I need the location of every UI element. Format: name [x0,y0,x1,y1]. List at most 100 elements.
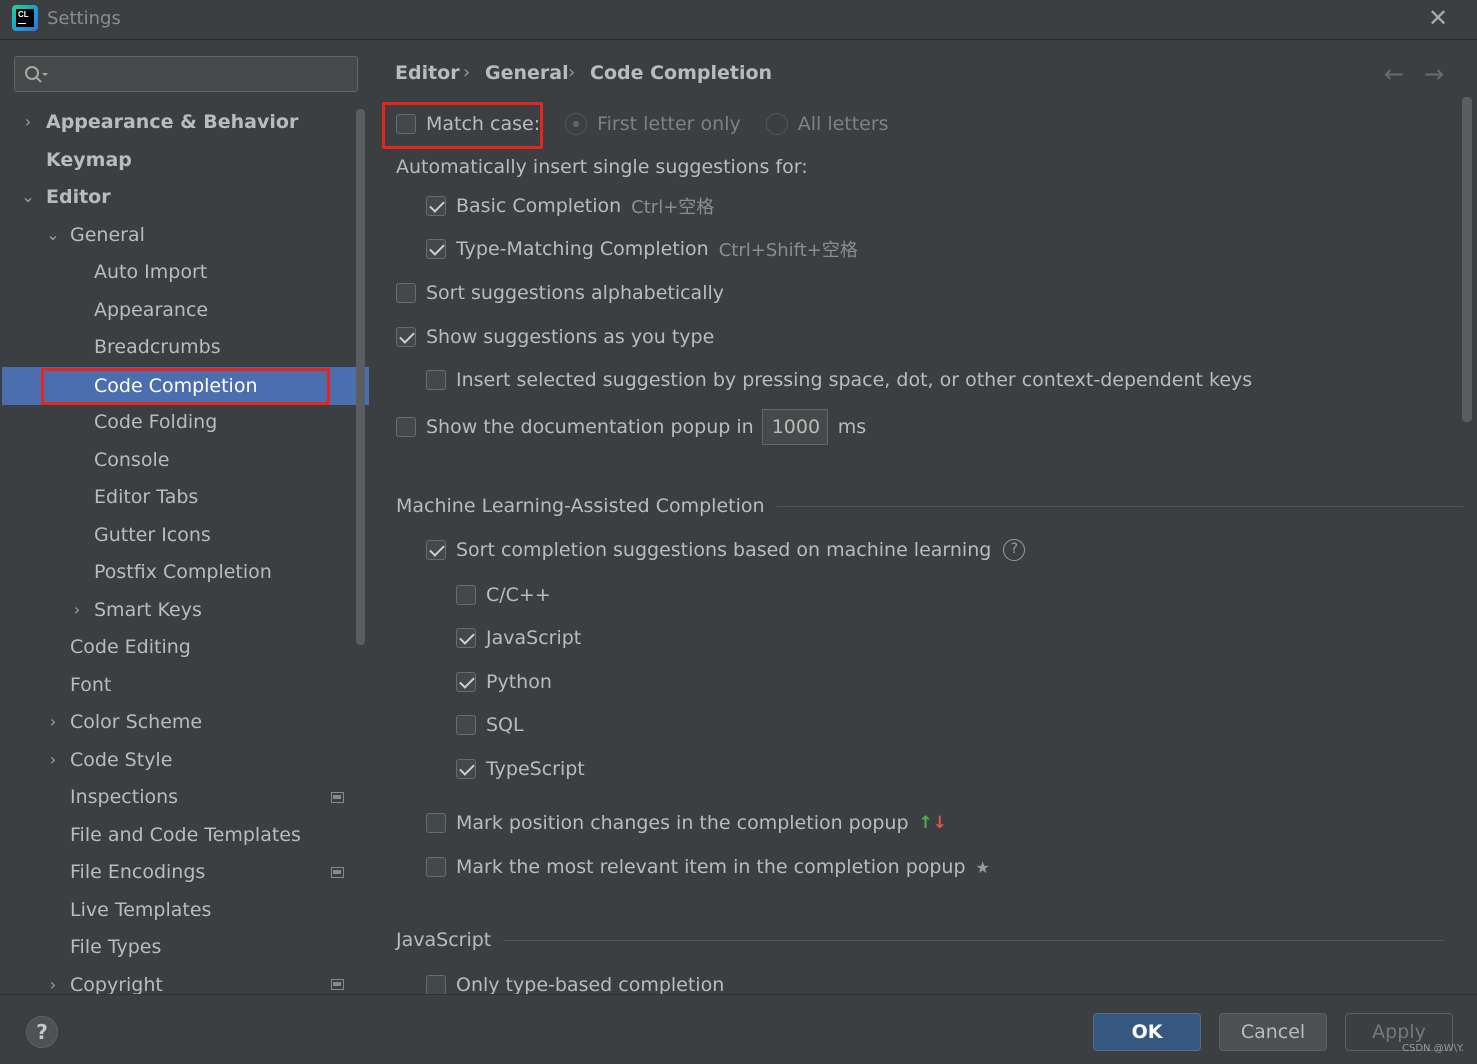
chevron-right-icon[interactable]: › [45,742,61,778]
doc-popup-checkbox[interactable] [396,417,416,437]
ml-js-label: JavaScript [486,627,582,649]
ml-sql-checkbox[interactable] [456,715,476,735]
match-case-checkbox[interactable] [396,114,416,134]
tree-item-live-templates[interactable]: Live Templates [70,892,211,928]
ml-python-label: Python [486,671,552,693]
tree-item-file-types[interactable]: File Types [70,929,161,965]
tree-item-general[interactable]: General [70,217,145,253]
back-arrow-icon[interactable]: ← [1384,60,1404,88]
breadcrumb-general[interactable]: General [485,62,569,84]
ok-button[interactable]: OK [1093,1013,1201,1051]
tree-item-postfix-completion[interactable]: Postfix Completion [94,554,272,590]
insert-selected-row: Insert selected suggestion by pressing s… [426,365,1252,395]
tree-item-copyright[interactable]: Copyright [70,967,163,994]
tree-item-inspections[interactable]: Inspections [70,779,178,815]
all-letters-radio[interactable] [765,113,788,135]
match-case-label: Match case: [426,113,541,135]
watermark: CSDN @W\Y. [1402,1043,1465,1054]
tree-item-auto-import[interactable]: Auto Import [94,254,207,290]
search-input[interactable] [14,56,358,92]
first-letter-radio[interactable] [565,113,588,135]
basic-completion-checkbox[interactable] [426,196,446,216]
help-icon[interactable]: ? [1003,539,1026,561]
position-change-arrows-icon: ↑↓ [918,813,948,833]
project-scope-icon [331,979,344,990]
show-as-type-checkbox[interactable] [396,327,416,347]
ml-python-checkbox[interactable] [456,672,476,692]
shortcut-label: Ctrl+空格 [631,197,715,218]
tree-item-appearance[interactable]: Appearance [94,292,208,328]
title-bar: CL Settings ✕ [0,0,1477,40]
ml-sort-checkbox[interactable] [426,540,446,560]
tree-item-gutter-icons[interactable]: Gutter Icons [94,517,211,553]
tree-item-editor[interactable]: Editor [46,179,111,215]
tree-item-color-scheme[interactable]: Color Scheme [70,704,202,740]
chevron-right-icon[interactable]: › [45,967,61,994]
ml-cpp-row: C/C++ [456,580,551,610]
project-scope-icon [331,867,344,878]
chevron-right-icon[interactable]: › [45,704,61,740]
settings-tree-panel: › Appearance & Behavior Keymap ⌄ Editor … [0,41,369,994]
breadcrumb-separator: › [568,62,576,83]
tree-item-font[interactable]: Font [70,667,111,703]
tree-item-file-encodings[interactable]: File Encodings [70,854,205,890]
tree-item-appearance-behavior[interactable]: Appearance & Behavior [46,104,298,140]
tree-item-console[interactable]: Console [94,442,169,478]
mark-position-row: Mark position changes in the completion … [426,808,947,838]
tree-scrollbar[interactable] [356,109,365,645]
sort-alpha-checkbox[interactable] [396,283,416,303]
only-type-based-checkbox[interactable] [426,975,446,994]
ml-sql-row: SQL [456,710,524,740]
clion-logo-icon: CL [12,5,38,31]
tree-item-code-editing[interactable]: Code Editing [70,629,191,665]
tree-item-smart-keys[interactable]: Smart Keys [94,592,202,628]
settings-content-panel: Editor › General › Code Completion ← → M… [369,41,1477,994]
sort-alpha-label: Sort suggestions alphabetically [426,282,725,304]
tree-item-code-completion[interactable]: Code Completion [2,367,369,405]
match-case-row: Match case: First letter only All letter… [396,109,889,139]
breadcrumb-editor[interactable]: Editor [395,62,460,84]
chevron-right-icon[interactable]: › [20,104,36,140]
tree-item-breadcrumbs[interactable]: Breadcrumbs [94,329,221,365]
content-scrollbar[interactable] [1462,97,1472,422]
forward-arrow-icon[interactable]: → [1424,60,1444,88]
help-button[interactable]: ? [26,1016,58,1048]
ml-sort-row: Sort completion suggestions based on mac… [426,535,1026,565]
only-type-based-label: Only type-based completion [456,974,725,994]
ml-ts-label: TypeScript [486,758,585,780]
tree-item-editor-tabs[interactable]: Editor Tabs [94,479,198,515]
doc-popup-row: Show the documentation popup in 1000 ms [396,409,867,445]
cancel-button[interactable]: Cancel [1219,1013,1327,1051]
doc-popup-delay-input[interactable]: 1000 [761,409,828,445]
sort-alpha-row: Sort suggestions alphabetically [396,278,724,308]
chevron-right-icon[interactable]: › [69,592,85,628]
tree-item-code-style[interactable]: Code Style [70,742,172,778]
chevron-down-icon[interactable]: ⌄ [45,217,61,253]
js-section-title: JavaScript [396,929,492,951]
tree-item-keymap[interactable]: Keymap [46,142,132,178]
star-icon: ★ [975,857,990,877]
basic-completion-row: Basic Completion Ctrl+空格 [426,191,714,221]
mark-position-checkbox[interactable] [426,813,446,833]
type-matching-label: Type-Matching Completion [456,238,709,260]
tree-item-file-code-templates[interactable]: File and Code Templates [70,817,301,853]
ms-unit-label: ms [837,416,867,438]
mark-relevant-row: Mark the most relevant item in the compl… [426,852,990,882]
ml-ts-row: TypeScript [456,754,585,784]
ml-js-checkbox[interactable] [456,628,476,648]
type-matching-checkbox[interactable] [426,239,446,259]
chevron-down-icon[interactable]: ⌄ [20,179,36,215]
tree-item-code-folding[interactable]: Code Folding [94,404,217,440]
close-icon[interactable]: ✕ [1428,6,1448,30]
ml-cpp-checkbox[interactable] [456,585,476,605]
mark-relevant-checkbox[interactable] [426,857,446,877]
ml-sql-label: SQL [486,714,524,736]
ml-section-title: Machine Learning-Assisted Completion [396,495,765,517]
ml-ts-checkbox[interactable] [456,759,476,779]
insert-selected-checkbox[interactable] [426,370,446,390]
ml-python-row: Python [456,667,552,697]
show-as-type-row: Show suggestions as you type [396,322,714,352]
only-type-based-row: Only type-based completion [426,970,724,994]
auto-insert-label: Automatically insert single suggestions … [396,156,808,178]
section-divider [503,939,1444,941]
